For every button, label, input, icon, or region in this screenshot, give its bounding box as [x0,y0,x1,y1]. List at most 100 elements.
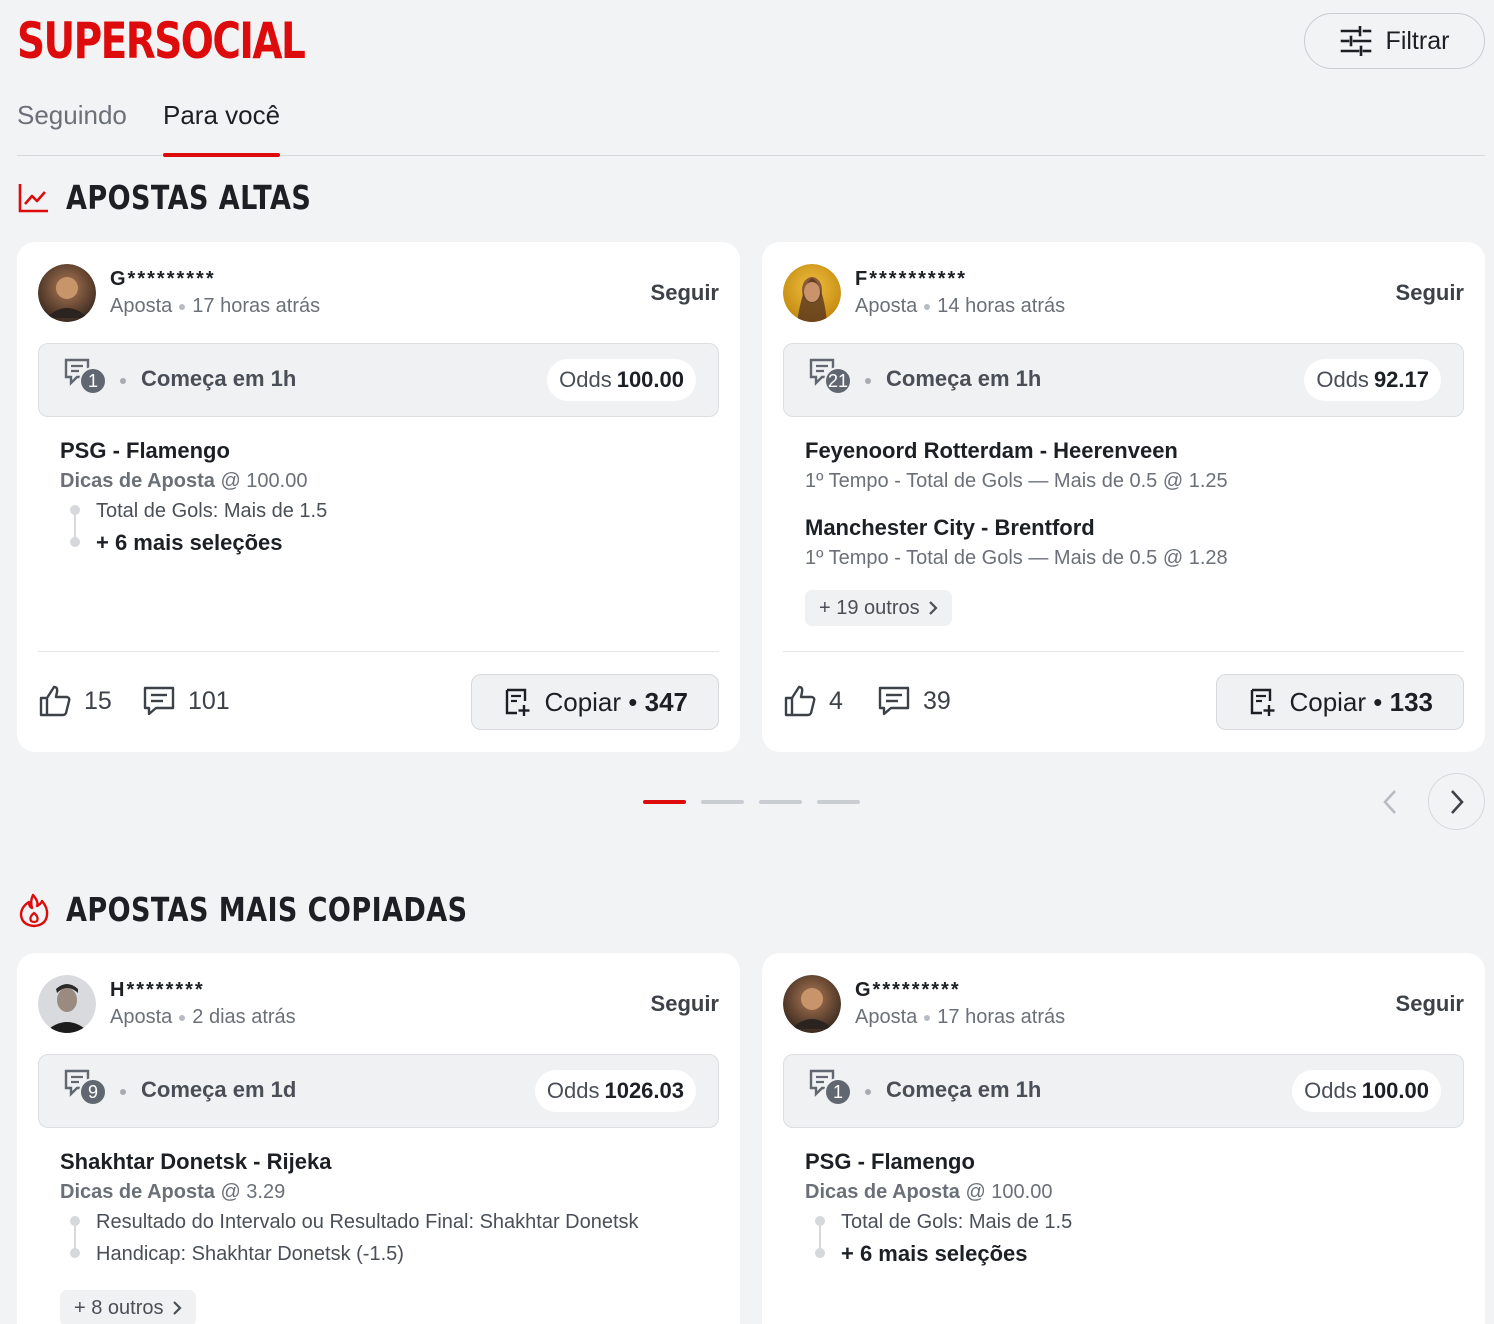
selection-item: Total de Gols: Mais de 1.5 [96,500,328,522]
start-time: Começa em 1h [141,366,297,391]
match-name: Feyenoord Rotterdam - Heerenveen [805,438,1178,463]
post-type: Aposta [855,295,918,317]
section-title-copied: APOSTAS MAIS COPIADAS [66,890,468,929]
post-type: Aposta [110,295,173,317]
like-count: 4 [829,686,843,715]
match-name: Shakhtar Donetsk - Rijeka [60,1149,332,1174]
follow-button[interactable]: Seguir [1396,991,1464,1017]
filter-button[interactable]: Filtrar [1304,13,1485,69]
more-others-chip[interactable]: + 19 outros [805,590,952,626]
betslip-icon: 1 [63,357,107,397]
match-name: PSG - Flamengo [60,438,230,463]
comment-button[interactable]: 101 [142,684,230,718]
tab-para-voce[interactable]: Para você [163,100,281,157]
odds-pill: Odds 92.17 [1304,359,1441,401]
betslip-summary[interactable]: 21 Começa em 1h Odds 92.17 [783,343,1464,417]
card-user[interactable]: G********* Aposta 17 horas atrás [38,264,320,322]
betslip-icon: 9 [63,1068,107,1108]
selection-list: Total de Gols: Mais de 1.5 + 6 mais sele… [60,497,719,561]
username: F********** [855,268,968,290]
bet-card[interactable]: G********* Aposta 17 horas atrás Seguir 1… [762,953,1485,1324]
card-user[interactable]: G********* Aposta 17 horas atrás [783,975,1065,1033]
selections-count: 1 [79,367,107,395]
trend-chart-icon [18,184,48,213]
odds-pill: Odds 100.00 [547,359,696,401]
chevron-right-icon [928,601,938,615]
top-header: SUPERSOCIAL Filtrar [17,10,1485,80]
start-time: Começa em 1h [886,1077,1042,1102]
betslip-summary[interactable]: 1 Começa em 1h Odds 100.00 [38,343,719,417]
post-time: 14 horas atrás [937,295,1066,317]
more-selections[interactable]: + 6 mais seleções [841,1240,1464,1272]
selection-list: Resultado do Intervalo ou Resultado Fina… [60,1208,719,1272]
carousel-dot-3[interactable] [759,800,802,804]
betslip-icon: 21 [808,357,852,397]
follow-button[interactable]: Seguir [1396,280,1464,306]
post-type: Aposta [110,1006,173,1028]
copy-count: 347 [644,686,688,717]
chevron-right-icon [1450,789,1464,814]
more-selections[interactable]: + 6 mais seleções [96,529,719,561]
comment-count: 39 [923,686,951,715]
market-line: Dicas de Aposta @ 3.29 [60,1181,286,1203]
bet-card[interactable]: F********** Aposta 14 horas atrás Seguir … [762,242,1485,752]
card-user[interactable]: H******** Aposta 2 dias atrás [38,975,296,1033]
follow-button[interactable]: Seguir [651,280,719,306]
tab-seguindo[interactable]: Seguindo [17,100,127,155]
flame-icon [19,893,49,927]
match-name: PSG - Flamengo [805,1149,975,1174]
section-most-copied: APOSTAS MAIS COPIADAS [17,890,556,929]
selections-count: 1 [824,1078,852,1106]
selections-count: 21 [824,367,852,395]
avatar [783,264,841,322]
match-name: Manchester City - Brentford [805,515,1095,540]
start-time: Começa em 1d [141,1077,297,1102]
bet-card[interactable]: G********* Aposta 17 horas atrás Seguir 1… [17,242,740,752]
more-others-chip[interactable]: + 8 outros [60,1290,196,1324]
selection-item: Resultado do Intervalo ou Resultado Fina… [96,1211,639,1233]
bet-card[interactable]: H******** Aposta 2 dias atrás Seguir 9 Co… [17,953,740,1324]
like-button[interactable]: 15 [38,684,112,718]
selection-item: Handicap: Shakhtar Donetsk (-1.5) [96,1243,404,1265]
username: H******** [110,979,205,1001]
card-user[interactable]: F********** Aposta 14 horas atrás [783,264,1065,322]
betslip-summary[interactable]: 9 Começa em 1d Odds 1026.03 [38,1054,719,1128]
betslip-icon: 1 [808,1068,852,1108]
market-line: Dicas de Aposta @ 100.00 [805,1181,1053,1203]
start-time: Começa em 1h [886,366,1042,391]
carousel-dot-2[interactable] [701,800,744,804]
copy-slip-icon [506,688,530,716]
comment-button[interactable]: 39 [877,684,951,718]
carousel-next-button[interactable] [1428,773,1485,830]
selection-detail: 1º Tempo - Total de Gols — Mais de 0.5 @… [805,470,1228,492]
copy-bet-button[interactable]: Copiar • 347 [471,674,719,730]
section-high-bets: APOSTAS ALTAS [17,178,365,217]
selection-list: Total de Gols: Mais de 1.5 + 6 mais sele… [805,1208,1464,1272]
bet-details: PSG - Flamengo Dicas de Aposta @ 100.00 … [805,1149,1464,1272]
carousel-dot-1[interactable] [643,800,686,804]
post-type: Aposta [855,1006,918,1028]
filter-label: Filtrar [1385,26,1450,55]
like-button[interactable]: 4 [783,684,843,718]
chevron-right-icon [172,1301,182,1315]
odds-pill: Odds 1026.03 [534,1070,696,1112]
betslip-summary[interactable]: 1 Começa em 1h Odds 100.00 [783,1054,1464,1128]
avatar [38,975,96,1033]
section-title-high: APOSTAS ALTAS [66,178,312,217]
follow-button[interactable]: Seguir [651,991,719,1017]
chevron-left-icon [1383,790,1396,814]
username: G********* [855,979,961,1001]
selection-detail: 1º Tempo - Total de Gols — Mais de 0.5 @… [805,547,1228,569]
carousel-dot-4[interactable] [817,800,860,804]
carousel-prev-button[interactable] [1370,782,1410,822]
sliders-icon [1340,26,1371,56]
avatar [38,264,96,322]
thumbs-up-icon [39,685,71,717]
copy-bet-button[interactable]: Copiar • 133 [1216,674,1464,730]
brand-logo[interactable]: SUPERSOCIAL [17,12,306,70]
comment-count: 101 [188,686,230,715]
username: G********* [110,268,216,290]
odds-pill: Odds 100.00 [1292,1070,1441,1112]
selection-item: Total de Gols: Mais de 1.5 [841,1211,1073,1233]
bet-details: Feyenoord Rotterdam - Heerenveen 1º Temp… [805,438,1464,626]
